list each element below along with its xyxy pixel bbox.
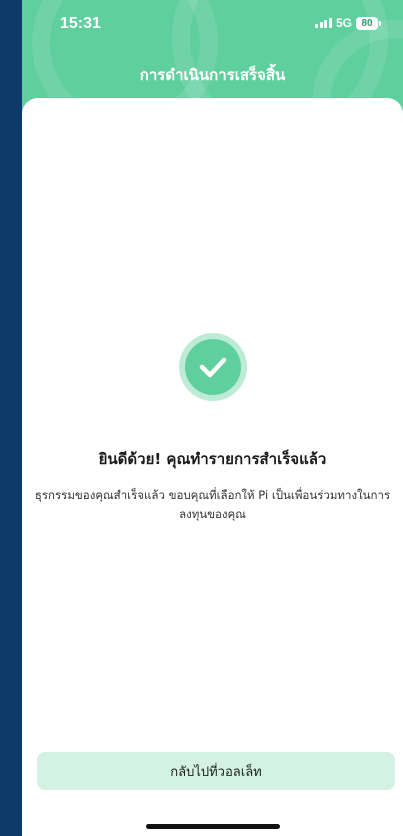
- page-title: การดำเนินการเสร็จสิ้น: [139, 66, 286, 84]
- success-title: ยินดีด้วย! คุณทำรายการสำเร็จแล้ว: [98, 450, 327, 468]
- network-type: 5G: [335, 16, 352, 30]
- phone-screen: 15:31 5G 80 การดำเนินการเสร็จสิ้น ยินดีด…: [22, 0, 403, 836]
- check-circle-icon: [185, 339, 241, 395]
- status-indicators: 5G 80: [315, 16, 381, 30]
- success-badge: [179, 333, 247, 401]
- background-strip: [0, 0, 22, 836]
- back-to-wallet-button[interactable]: กลับไปที่วอลเล็ท: [37, 752, 395, 790]
- battery-icon: 80: [356, 16, 381, 30]
- status-time: 15:31: [60, 15, 101, 32]
- battery-level: 80: [356, 16, 378, 30]
- success-description: ธุรกรรมของคุณสำเร็จแล้ว ขอบคุณที่เลือกให…: [34, 488, 391, 521]
- home-indicator[interactable]: [146, 824, 280, 829]
- signal-icon: [315, 18, 332, 28]
